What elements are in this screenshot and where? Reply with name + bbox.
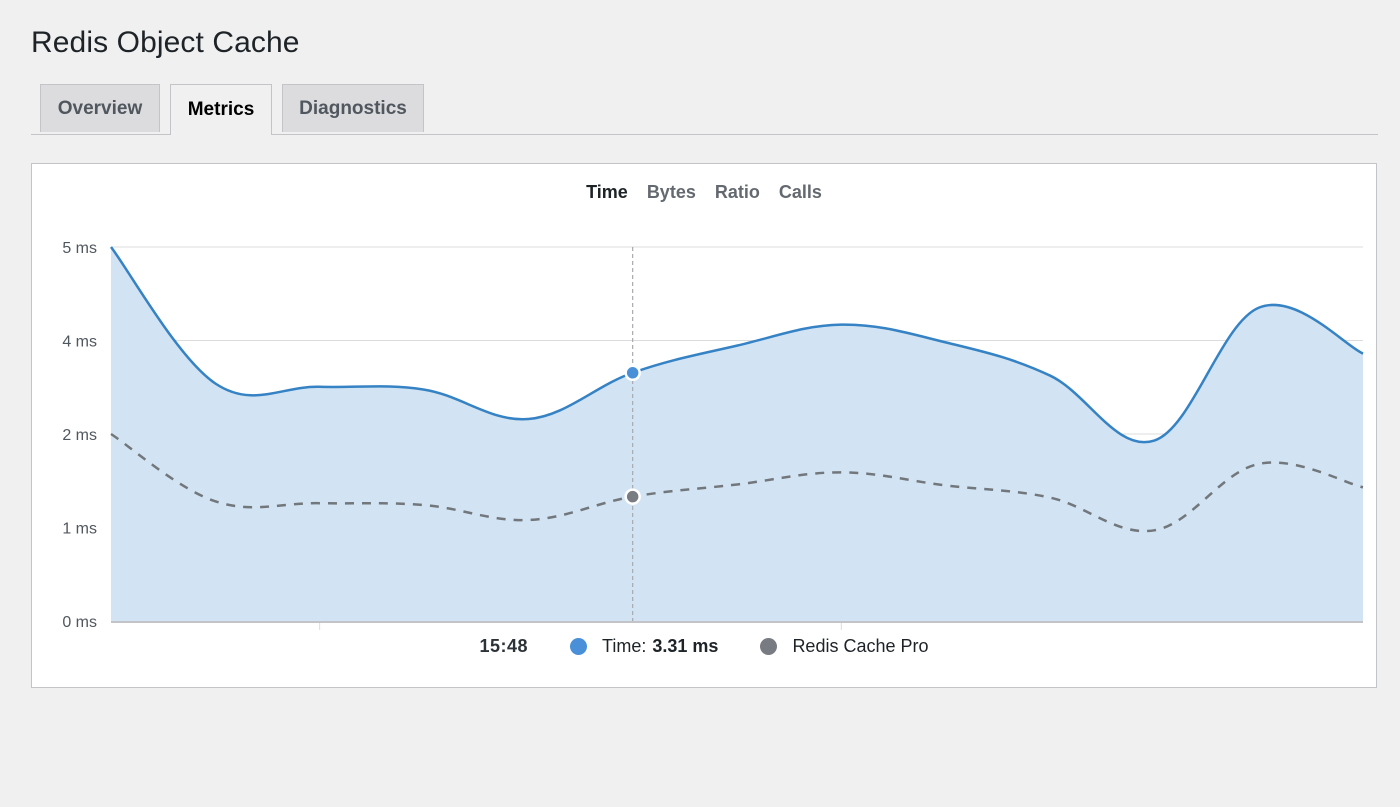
tab-metrics[interactable]: Metrics [170,84,272,135]
time-chart[interactable]: 0 ms 1 ms 2 ms 4 ms 5 ms [32,164,1378,689]
legend-time-label: Time: [602,636,647,656]
nav-tabs: Overview Metrics Diagnostics [31,84,1378,135]
time-hover-point [624,364,641,382]
legend-item-redis-cache-pro[interactable]: Redis Cache Pro [760,636,929,657]
y-tick-label: 4 ms [62,334,97,351]
page-title: Redis Object Cache [31,26,300,59]
y-tick-label: 5 ms [62,240,97,257]
legend-time-value: 3.31 ms [652,636,719,656]
metrics-card: Time Bytes Ratio Calls 0 ms 1 ms 2 ms 4 ms 5… [31,163,1377,688]
legend-item-time[interactable]: Time: 3.31 ms [570,636,718,657]
hover-time-label: 15:48 [479,636,529,656]
y-tick-label: 2 ms [62,427,97,444]
y-axis-labels: 0 ms 1 ms 2 ms 4 ms 5 ms [62,240,97,631]
chart-legend: 15:48 Time: 3.31 ms Redis Cache Pro [32,636,1376,657]
legend-pro-label: Redis Cache Pro [792,636,929,656]
y-tick-label: 1 ms [62,521,97,538]
tab-overview[interactable]: Overview [40,84,160,132]
x-axis-ticks [319,623,842,630]
y-tick-label: 0 ms [62,614,97,631]
redis-cache-pro-dot-icon [760,638,778,655]
time-series-dot-icon [570,638,588,655]
redis-cache-pro-hover-point [624,488,641,505]
tab-diagnostics[interactable]: Diagnostics [282,84,424,132]
time-area-fill [111,247,1363,621]
